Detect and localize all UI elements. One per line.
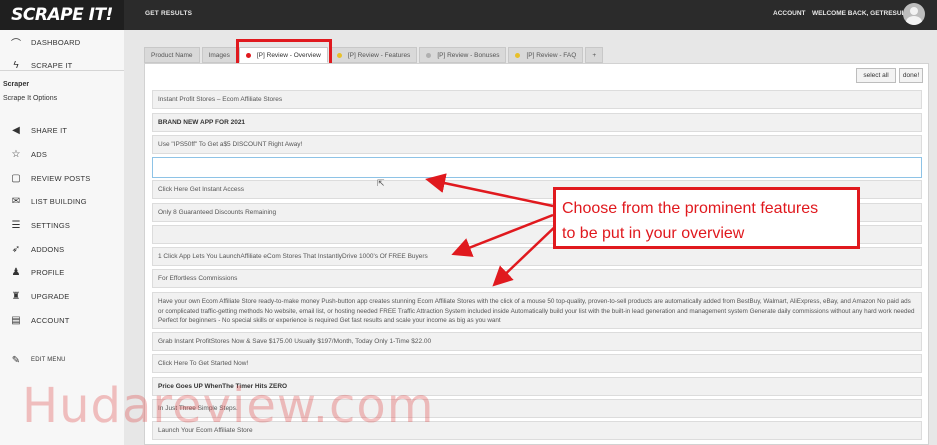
list-item[interactable]: Grab Instant ProfitStores Now & Save $17… [152, 332, 922, 351]
user-icon: ♟ [11, 266, 21, 278]
tab-label: [P] Review - Features [347, 51, 411, 59]
row-text: Instant Profit Stores – Ecom Affiliate S… [158, 96, 283, 103]
sidebar-item-addons[interactable]: ➶ ADDONS [0, 240, 124, 258]
dashboard-icon: ⌒ [11, 38, 21, 50]
welcome-text: WELCOME BACK, GETRESULTS [812, 10, 914, 17]
sidebar-item-label: PROFILE [31, 267, 65, 277]
list-item[interactable] [152, 157, 922, 178]
sidebar-item-profile[interactable]: ♟ PROFILE [0, 263, 124, 281]
watermark: Hudareview.com [22, 378, 435, 434]
tab-label: [P] Review - Bonuses [437, 51, 500, 59]
status-dot [426, 52, 432, 58]
sidebar-item-label: ADDONS [31, 244, 65, 254]
tab-label: Product Name [151, 51, 193, 59]
list-item[interactable]: 1 Click App Lets You LaunchAffiliate eCo… [152, 247, 922, 266]
avatar[interactable] [903, 3, 925, 25]
done-button[interactable]: done! [899, 68, 923, 83]
sidebar-item-upgrade[interactable]: ♜ UPGRADE [0, 287, 124, 305]
sidebar-item-label: SHARE IT [31, 125, 68, 135]
sidebar-item-account[interactable]: ▤ ACCOUNT [0, 311, 124, 329]
sidebar-item-label: ADS [31, 149, 48, 159]
row-text: For Effortless Commissions [158, 275, 238, 282]
pencil-icon: ✎ [11, 354, 21, 366]
star-icon: ☆ [11, 148, 21, 160]
row-text: Have your own Ecom Affiliate Store ready… [158, 298, 915, 324]
sidebar-item-label: REVIEW POSTS [31, 173, 91, 183]
sliders-icon: ☰ [11, 219, 21, 231]
id-card-icon: ▤ [11, 314, 21, 326]
sidebar-subheading: Scraper [3, 81, 30, 88]
rocket-icon: ➶ [11, 243, 21, 255]
sidebar-item-label: SETTINGS [31, 220, 71, 230]
sidebar-subitem-scrape-options[interactable]: Scrape It Options [3, 95, 57, 102]
row-text: Use "IPS50ff" To Get a$5 DISCOUNT Right … [158, 141, 303, 148]
envelope-icon: ✉ [11, 195, 21, 207]
annotation-line-2: to be put in your overview [562, 225, 745, 242]
list-item[interactable]: Have your own Ecom Affiliate Store ready… [152, 292, 922, 329]
sidebar-item-scrape-it[interactable]: ϟ SCRAPE IT [0, 56, 124, 74]
row-text: BRAND NEW APP FOR 2021 [158, 119, 246, 126]
tab-review-bonuses[interactable]: [P] Review - Bonuses [419, 47, 507, 63]
sidebar-item-share-it[interactable]: ◀ SHARE IT [0, 121, 124, 139]
row-text: Grab Instant ProfitStores Now & Save $17… [158, 338, 432, 345]
sidebar-item-dashboard[interactable]: ⌒ DASHBOARD [0, 33, 124, 51]
sidebar-item-edit-menu[interactable]: ✎ EDIT MENU [0, 351, 124, 369]
sidebar-item-label: UPGRADE [31, 291, 70, 301]
page-title: GET RESULTS [145, 10, 193, 17]
list-item[interactable]: Click Here To Get Started Now! [152, 354, 922, 373]
list-item[interactable]: Use "IPS50ff" To Get a$5 DISCOUNT Right … [152, 135, 922, 154]
tab-review-faq[interactable]: [P] Review - FAQ [508, 47, 584, 63]
status-dot [515, 52, 521, 58]
sidebar-item-label: SCRAPE IT [31, 60, 73, 70]
mouse-cursor-icon: ⇱ [377, 178, 385, 188]
row-text: Click Here Get Instant Access [158, 186, 244, 193]
sidebar-divider [0, 70, 124, 71]
tab-review-features[interactable]: [P] Review - Features [329, 47, 418, 63]
tab-product-name[interactable]: Product Name [144, 47, 200, 63]
bolt-icon: ϟ [13, 59, 19, 71]
row-text: Click Here To Get Started Now! [158, 360, 249, 367]
tab-label: + [592, 51, 597, 59]
annotation-line-1: Choose from the prominent features [562, 200, 819, 217]
account-link[interactable]: ACCOUNT [773, 10, 806, 17]
select-all-button[interactable]: select all [856, 68, 896, 83]
list-item[interactable]: BRAND NEW APP FOR 2021 [152, 113, 922, 132]
document-icon: ▢ [11, 172, 21, 184]
row-text: Only 8 Guaranteed Discounts Remaining [158, 209, 277, 216]
row-text: 1 Click App Lets You LaunchAffiliate eCo… [158, 253, 428, 260]
status-dot [336, 52, 342, 58]
sidebar-item-settings[interactable]: ☰ SETTINGS [0, 216, 124, 234]
tab-bar: Product Name Images [P] Review - Overvie… [144, 47, 605, 63]
list-item[interactable]: For Effortless Commissions [152, 269, 922, 288]
sidebar-item-label: LIST BUILDING [31, 196, 87, 206]
tab-label: [P] Review - FAQ [526, 51, 577, 59]
sidebar-item-label: ACCOUNT [31, 315, 70, 325]
sidebar-item-label: DASHBOARD [31, 37, 81, 47]
annotation-callout: Choose from the prominent features to be… [553, 187, 860, 249]
app-logo[interactable]: SCRAPE IT! [0, 0, 124, 30]
sidebar-item-review-posts[interactable]: ▢ REVIEW POSTS [0, 169, 124, 187]
add-tab-button[interactable]: + [585, 47, 604, 63]
tab-label: Images [208, 51, 230, 59]
sidebar-item-ads[interactable]: ☆ ADS [0, 145, 124, 163]
sidebar-item-list-building[interactable]: ✉ LIST BUILDING [0, 192, 124, 210]
chess-icon: ♜ [11, 290, 21, 302]
sidebar-item-label: EDIT MENU [31, 357, 66, 363]
megaphone-icon: ◀ [12, 124, 20, 136]
top-bar: SCRAPE IT! GET RESULTS ACCOUNT WELCOME B… [0, 0, 937, 30]
tab-images[interactable]: Images [201, 47, 237, 63]
list-item[interactable]: Instant Profit Stores – Ecom Affiliate S… [152, 90, 922, 109]
